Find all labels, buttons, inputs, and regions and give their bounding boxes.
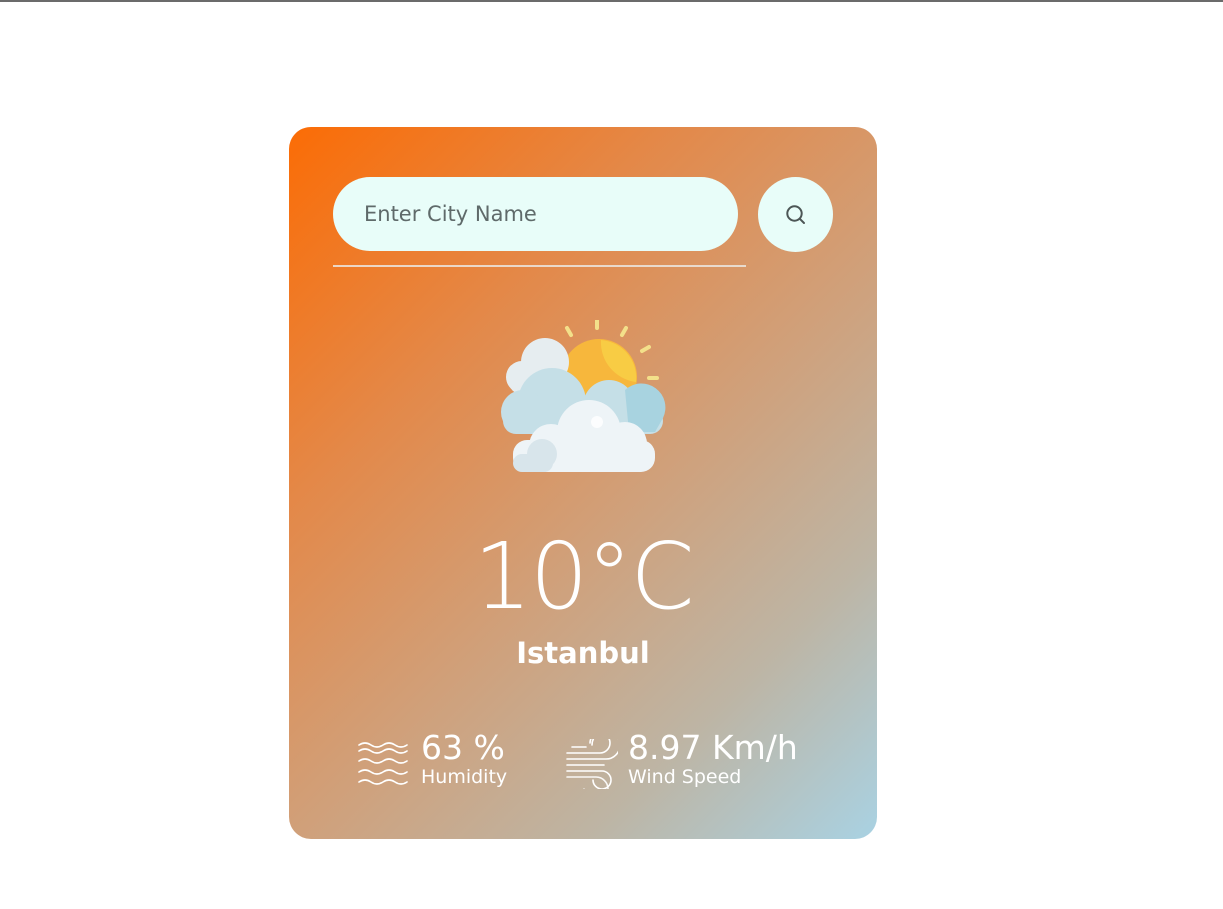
search-icon (785, 204, 805, 224)
search-button[interactable] (758, 177, 833, 252)
city-search-input[interactable] (333, 177, 738, 251)
weather-card: 10°C Istanbul 63 % Humidity (289, 127, 877, 839)
temperature-value: 10°C (473, 523, 694, 630)
city-name: Istanbul (516, 636, 650, 670)
partly-cloudy-icon (501, 320, 666, 472)
wind-icon (566, 739, 618, 789)
humidity-detail: 63 % Humidity (357, 727, 527, 797)
humidity-value: 63 % (421, 728, 505, 767)
search-underline (333, 265, 746, 267)
wind-detail: 8.97 Km/h Wind Speed (566, 727, 826, 797)
wind-speed-label: Wind Speed (628, 766, 742, 788)
window-top-border (0, 0, 1223, 2)
wind-speed-value: 8.97 Km/h (628, 728, 798, 767)
humidity-label: Humidity (421, 766, 508, 788)
humidity-waves-icon (358, 742, 408, 785)
